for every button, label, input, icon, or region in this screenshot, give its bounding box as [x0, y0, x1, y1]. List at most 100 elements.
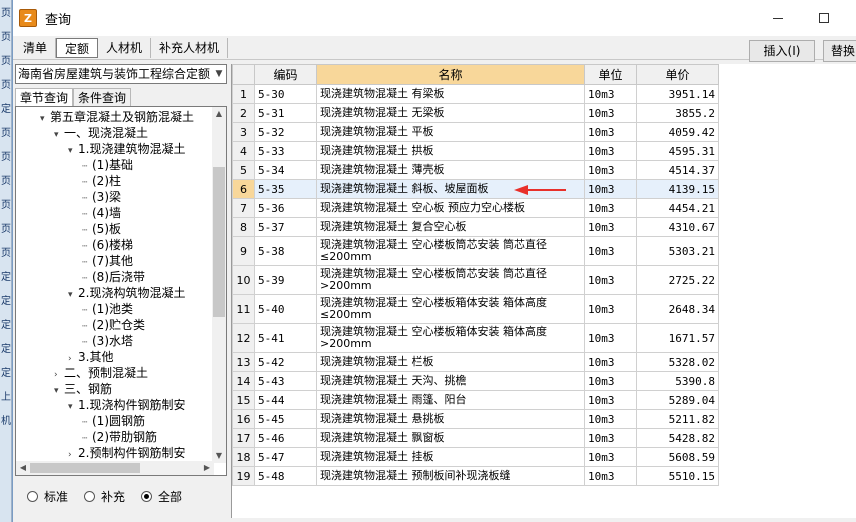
background-strip-char: 定: [1, 104, 11, 115]
row-name: 现浇建筑物混凝土 平板: [316, 122, 585, 142]
left-panel: 海南省房屋建筑与装饰工程综合定额 ▼ 章节查询 条件查询 ▲ ▼ ◀ ▶ ▾ 第五…: [13, 64, 227, 518]
row-code: 5-48: [254, 466, 317, 486]
table-row[interactable]: 11 5-40 现浇建筑物混凝土 空心楼板箱体安装 箱体高度≤200mm 10m3 26…: [232, 294, 719, 324]
annotation-arrow-icon: [514, 185, 566, 195]
tab-supplementary-materials[interactable]: 补充人材机: [151, 37, 229, 58]
maximize-icon[interactable]: [814, 8, 834, 28]
header-name[interactable]: 名称: [316, 64, 585, 85]
scroll-thumb[interactable]: [213, 167, 225, 317]
table-row[interactable]: 10 5-39 现浇建筑物混凝土 空心楼板筒芯安装 筒芯直径>200mm 10m3 27…: [232, 265, 719, 295]
table-row[interactable]: 18 5-47 现浇建筑物混凝土 挂板 10m3 5608.59: [232, 447, 719, 467]
chevron-down-icon[interactable]: ▼: [212, 65, 226, 83]
tree-expander-icon[interactable]: ▾: [68, 287, 78, 303]
tree-item[interactable]: ▾ 一、现浇混凝土: [54, 125, 148, 141]
row-price: 2725.22: [636, 265, 719, 295]
row-unit: 10m3: [584, 294, 637, 324]
table-row[interactable]: 17 5-46 现浇建筑物混凝土 飘窗板 10m3 5428.82: [232, 428, 719, 448]
replace-button[interactable]: 替换: [823, 40, 856, 62]
tree-item[interactable]: ┄ (2)柱: [82, 173, 121, 189]
tree-vertical-scrollbar[interactable]: ▲ ▼: [212, 107, 226, 463]
tree-item[interactable]: ▾ 三、钢筋: [54, 381, 112, 397]
header-code[interactable]: 编码: [254, 64, 317, 85]
row-price: 5390.8: [636, 371, 719, 391]
tab-chapter-query[interactable]: 章节查询: [15, 88, 74, 106]
row-unit: 10m3: [584, 236, 637, 266]
tree-item[interactable]: › 二、预制混凝土: [54, 365, 148, 381]
table-row[interactable]: 15 5-44 现浇建筑物混凝土 雨篷、阳台 10m3 5289.04: [232, 390, 719, 410]
row-index: 9: [232, 236, 255, 266]
table-row[interactable]: 6 5-35 现浇建筑物混凝土 斜板、坡屋面板 10m3 4139.15: [232, 179, 719, 199]
tree-expander-icon[interactable]: ▾: [40, 111, 50, 127]
insert-button[interactable]: 插入(I): [749, 40, 815, 62]
tab-bill[interactable]: 清单: [15, 37, 57, 58]
tree-item[interactable]: ┄ (8)后浇带: [82, 269, 145, 285]
tree-expander-icon[interactable]: ▾: [68, 143, 78, 159]
tree-item[interactable]: › 2.预制构件钢筋制安: [68, 445, 185, 461]
quota-library-select[interactable]: 海南省房屋建筑与装饰工程综合定额 ▼: [15, 64, 227, 84]
scroll-right-icon[interactable]: ▶: [200, 461, 214, 475]
tree-expander-icon[interactable]: ›: [68, 447, 78, 463]
tree-expander-icon[interactable]: ▾: [54, 127, 64, 143]
table-row[interactable]: 12 5-41 现浇建筑物混凝土 空心楼板箱体安装 箱体高度>200mm 10m3 16…: [232, 323, 719, 353]
minimize-icon[interactable]: [768, 8, 788, 28]
row-index: 6: [232, 179, 255, 199]
scroll-up-icon[interactable]: ▲: [212, 107, 226, 121]
tree-item-label: (3)水塔: [92, 334, 133, 348]
tree-item[interactable]: ▾ 1.现浇建筑物混凝土: [68, 141, 185, 157]
tree-item-label: 第五章混凝土及钢筋混凝土: [50, 110, 195, 124]
tree-item[interactable]: › 3.其他: [68, 349, 113, 365]
tree-horizontal-scrollbar[interactable]: ◀ ▶: [16, 461, 214, 475]
scroll-thumb-horizontal[interactable]: [30, 463, 140, 473]
tree-item[interactable]: ┄ (2)贮仓类: [82, 317, 145, 333]
scroll-down-icon[interactable]: ▼: [212, 449, 226, 463]
row-price: 5289.04: [636, 390, 719, 410]
tree-item[interactable]: ┄ (1)基础: [82, 157, 133, 173]
table-header-row: 编码 名称 单位 单价: [232, 64, 719, 85]
radio-standard[interactable]: 标准: [27, 488, 68, 505]
tree-item[interactable]: ┄ (7)其他: [82, 253, 133, 269]
radio-supplementary[interactable]: 补充: [84, 488, 125, 505]
table-row[interactable]: 13 5-42 现浇建筑物混凝土 栏板 10m3 5328.02: [232, 352, 719, 372]
tree-item[interactable]: ┄ (1)池类: [82, 301, 133, 317]
row-index: 1: [232, 84, 255, 104]
table-row[interactable]: 14 5-43 现浇建筑物混凝土 天沟、挑檐 10m3 5390.8: [232, 371, 719, 391]
row-code: 5-34: [254, 160, 317, 180]
radio-all[interactable]: 全部: [141, 488, 182, 505]
tab-labor-materials[interactable]: 人材机: [98, 37, 152, 58]
table-row[interactable]: 2 5-31 现浇建筑物混凝土 无梁板 10m3 3855.2: [232, 103, 719, 123]
tree-item-label: 3.其他: [78, 350, 114, 364]
table-row[interactable]: 9 5-38 现浇建筑物混凝土 空心楼板筒芯安装 筒芯直径≤200mm 10m3 530…: [232, 236, 719, 266]
table-row[interactable]: 16 5-45 现浇建筑物混凝土 悬挑板 10m3 5211.82: [232, 409, 719, 429]
row-code: 5-44: [254, 390, 317, 410]
row-price: 4595.31: [636, 141, 719, 161]
tree-item[interactable]: ┄ (5)板: [82, 221, 121, 237]
tree-expander-icon[interactable]: ▾: [54, 383, 64, 399]
table-row[interactable]: 5 5-34 现浇建筑物混凝土 薄壳板 10m3 4514.37: [232, 160, 719, 180]
table-row[interactable]: 1 5-30 现浇建筑物混凝土 有梁板 10m3 3951.14: [232, 84, 719, 104]
header-unit[interactable]: 单位: [584, 64, 637, 85]
table-row[interactable]: 19 5-48 现浇建筑物混凝土 预制板间补现浇板缝 10m3 5510.15: [232, 466, 719, 486]
tab-condition-query[interactable]: 条件查询: [73, 88, 132, 106]
scroll-left-icon[interactable]: ◀: [16, 461, 30, 475]
tree-item[interactable]: ┄ (1)圆钢筋: [82, 413, 145, 429]
tree-item[interactable]: ▾ 第五章混凝土及钢筋混凝土: [40, 109, 194, 125]
tree-item[interactable]: ┄ (6)楼梯: [82, 237, 133, 253]
tree-item[interactable]: ▾ 1.现浇构件钢筋制安: [68, 397, 185, 413]
tab-quota[interactable]: 定额: [56, 37, 99, 58]
tree-item[interactable]: ┄ (3)水塔: [82, 333, 133, 349]
tree-item[interactable]: ▾ 2.现浇构筑物混凝土: [68, 285, 185, 301]
tree-item[interactable]: ┄ (3)梁: [82, 189, 121, 205]
table-row[interactable]: 4 5-33 现浇建筑物混凝土 拱板 10m3 4595.31: [232, 141, 719, 161]
row-price: 4059.42: [636, 122, 719, 142]
tree-item[interactable]: ┄ (2)带肋钢筋: [82, 429, 157, 445]
table-row[interactable]: 8 5-37 现浇建筑物混凝土 复合空心板 10m3 4310.67: [232, 217, 719, 237]
tree-expander-icon[interactable]: ▾: [68, 399, 78, 415]
tree-item[interactable]: ┄ (4)墙: [82, 205, 121, 221]
header-price[interactable]: 单价: [636, 64, 719, 85]
row-price: 5328.02: [636, 352, 719, 372]
row-code: 5-36: [254, 198, 317, 218]
row-index: 2: [232, 103, 255, 123]
table-row[interactable]: 7 5-36 现浇建筑物混凝土 空心板 预应力空心楼板 10m3 4454.21: [232, 198, 719, 218]
table-row[interactable]: 3 5-32 现浇建筑物混凝土 平板 10m3 4059.42: [232, 122, 719, 142]
background-app-strip: 页页页页定页页页页页页定定定定定上机: [0, 0, 12, 522]
